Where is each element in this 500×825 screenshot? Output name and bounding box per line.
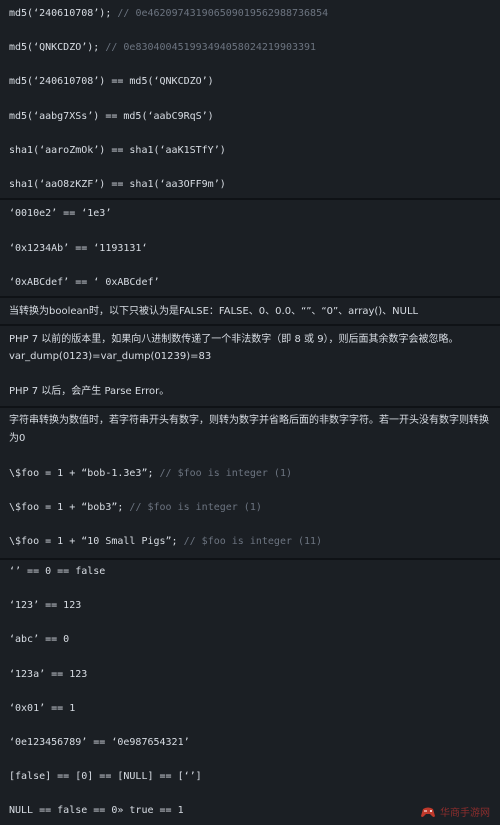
hash-collision-block: md5(‘240610708’); // 0e46209743190650901…: [0, 0, 500, 198]
code-line: ‘0x1234Ab’ == ‘1193131‘: [9, 243, 148, 254]
code-line: NULL == false == 0» true == 1: [9, 805, 184, 816]
code-line: sha1(‘aaroZmOk’) == sha1(‘aaK1STfY’): [9, 145, 226, 156]
code-line: ‘123’ == 123: [9, 600, 82, 611]
code-line: \$foo = 1 + “bob3”; // $foo is integer (…: [9, 502, 262, 513]
code-line: \$foo = 1 + “bob-1.3e3”; // $foo is inte…: [9, 468, 292, 479]
code-line: ‘123a’ == 123: [9, 669, 88, 680]
code-line: ‘’ == 0 == false: [9, 566, 106, 577]
note-text: 字符串转换为数值时，若字符串开头有数字，则转为数字并省略后面的非数字字符。若一开…: [9, 415, 489, 444]
note-text: PHP 7 以前的版本里，如果向八进制数传递了一个非法数字（即 8 或 9），则…: [9, 334, 459, 345]
hex-string-block: ‘0010e2’ == ‘1e3’ ‘0x1234Ab’ == ‘1193131…: [0, 200, 500, 296]
code-line: md5(‘240610708’); // 0e46209743190650901…: [9, 8, 329, 19]
watermark-text: 华商手游网: [440, 808, 490, 819]
code-line: md5(‘QNKCDZO’); // 0e8304004519934940580…: [9, 42, 317, 53]
code-line: sha1(‘aaO8zKZF’) == sha1(‘aa3OFF9m’): [9, 179, 226, 190]
code-line: [false] == [0] == [NULL] == [‘’]: [9, 771, 202, 782]
code-line: ‘0e123456789’ == ‘0e987654321’: [9, 737, 190, 748]
code-line: ‘0xABCdef’ == ‘ 0xABCdef’: [9, 277, 160, 288]
boolean-note-block: 当转换为boolean时，以下只被认为是FALSE：FALSE、0、0.0、“”…: [0, 298, 500, 324]
note-code: var_dump(0123)=var_dump(01239)=83: [9, 351, 212, 362]
site-watermark: 华商手游网: [420, 804, 490, 819]
controller-logo-icon: [421, 807, 435, 817]
loose-comparison-block: ‘’ == 0 == false ‘123’ == 123 ‘abc’ == 0…: [0, 560, 500, 825]
code-notes-page: md5(‘240610708’); // 0e46209743190650901…: [0, 0, 500, 825]
code-line: \$foo = 1 + “10 Small Pigs”; // $foo is …: [9, 536, 323, 547]
code-line: ‘0x01’ == 1: [9, 703, 76, 714]
code-line: md5(‘aabg7XSs’) == md5(‘aabC9RqS’): [9, 111, 214, 122]
code-line: md5(‘240610708’) == md5(‘QNKCDZO’): [9, 76, 214, 87]
code-line: ‘0010e2’ == ‘1e3’: [9, 208, 112, 219]
note-text: PHP 7 以后，会产生 Parse Error。: [9, 386, 170, 397]
code-line: ‘abc’ == 0: [9, 634, 70, 645]
string-conversion-block: 字符串转换为数值时，若字符串开头有数字，则转为数字并省略后面的非数字字符。若一开…: [0, 408, 500, 558]
note-text: 当转换为boolean时，以下只被认为是FALSE：FALSE、0、0.0、“”…: [9, 306, 419, 317]
octal-note-block: PHP 7 以前的版本里，如果向八进制数传递了一个非法数字（即 8 或 9），则…: [0, 326, 500, 406]
